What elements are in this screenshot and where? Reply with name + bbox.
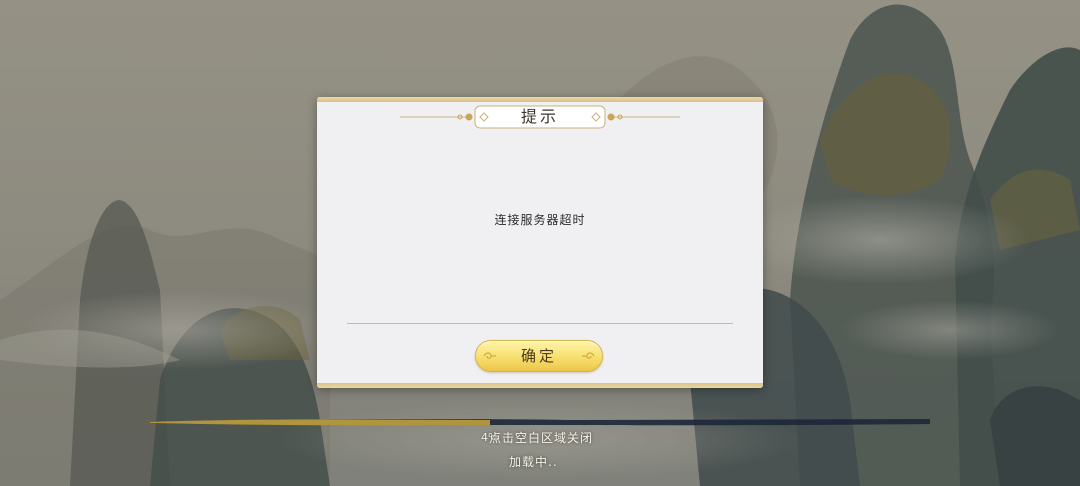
cloud-swirl-icon [582,352,595,359]
alert-dialog: 提示 连接服务器超时 确定 [317,97,763,388]
dialog-title: 提示 [520,107,559,126]
dialog-divider [347,323,733,324]
dialog-top-border [317,97,763,102]
dialog-bottom-border [317,383,763,388]
tap-to-close-hint: 点击空白区域关闭 [489,431,594,445]
confirm-button[interactable]: 确定 [475,340,603,372]
loading-progress-bar [150,417,930,427]
loading-status-text: 加载中.. [509,455,558,469]
dialog-message: 连接服务器超时 [494,213,586,227]
